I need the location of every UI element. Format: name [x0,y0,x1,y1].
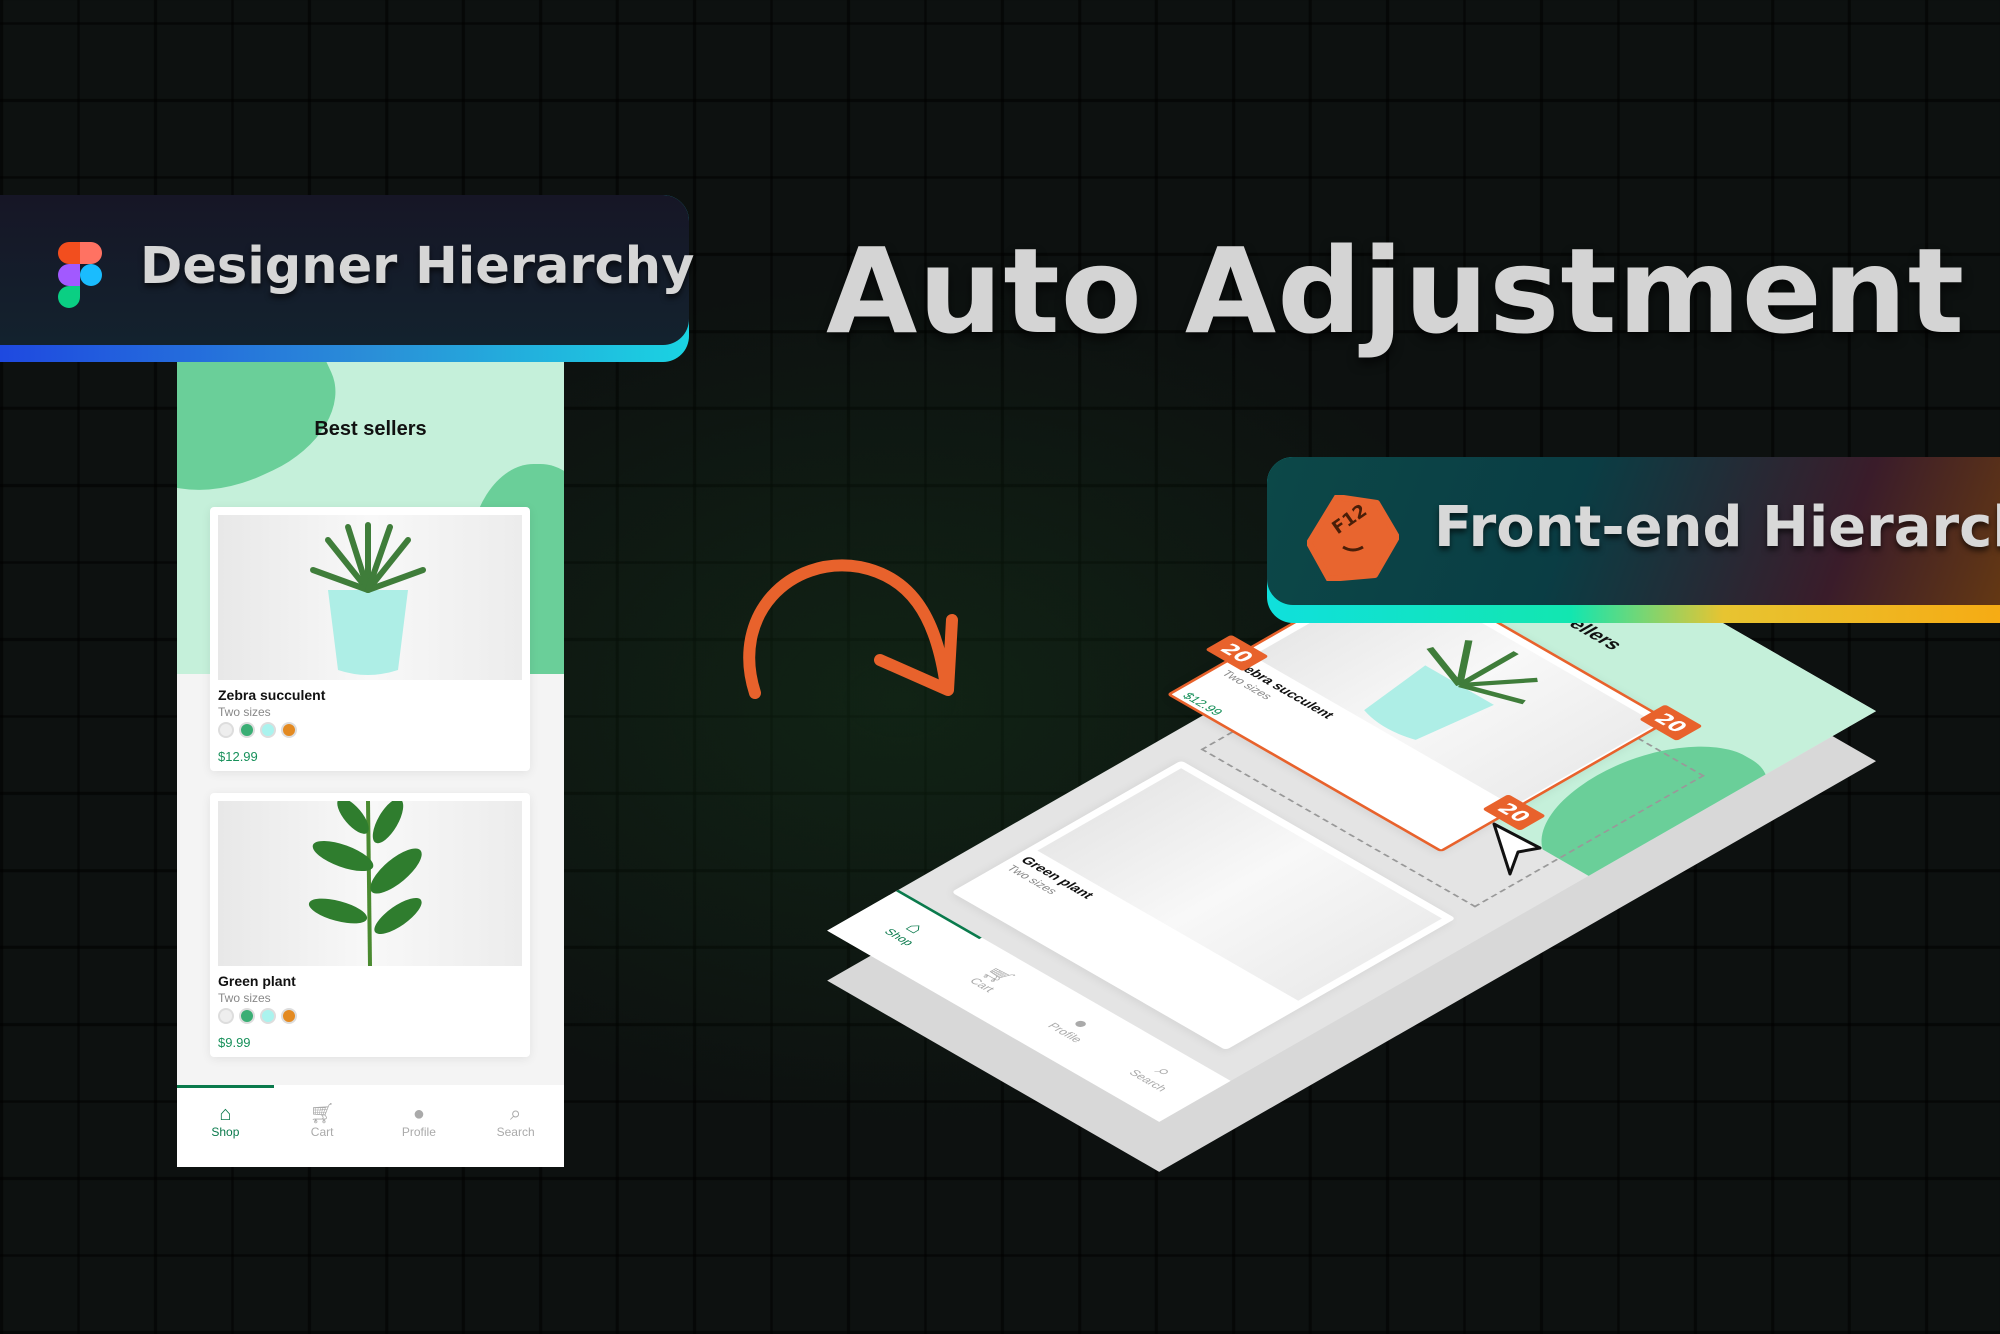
swatch[interactable] [260,722,276,738]
nav-label: Shop [211,1125,240,1139]
nav-search[interactable]: ⌕ Search [467,1085,564,1167]
product-price: $12.99 [1179,690,1227,718]
product-card[interactable]: Zebra succulent Two sizes $12.99 [210,507,530,771]
product-card[interactable]: Green plant Two sizes $9.99 [210,793,530,1057]
swatch[interactable] [281,1008,297,1024]
product-subtitle: Two sizes [218,991,271,1005]
nav-profile[interactable]: ● Profile [371,1085,468,1167]
bottom-nav: ⌂ Shop 🛒︎ Cart ● Profile ⌕ Search [177,1085,564,1167]
color-swatches [218,1008,297,1024]
product-name: Green plant [218,973,296,989]
nav-label: Cart [310,1125,334,1139]
profile-icon: ● [412,1103,425,1125]
home-icon: ⌂ [219,1103,232,1125]
swatch[interactable] [239,1008,255,1024]
cursor-icon [1492,822,1542,876]
nav-cart[interactable]: 🛒︎ Cart [274,1085,371,1167]
swatch[interactable] [260,1008,276,1024]
nav-shop[interactable]: ⌂ Shop [177,1085,274,1167]
swatch[interactable] [281,722,297,738]
swatch[interactable] [239,722,255,738]
page-title: Best sellers [314,418,427,440]
search-icon: ⌕ [510,1103,522,1125]
swatch[interactable] [218,1008,234,1024]
curved-arrow-icon [743,559,958,699]
designer-hierarchy-banner: Designer Hierarchy [0,195,694,362]
headline: Auto Adjustment [826,222,1966,360]
product-image [218,515,522,680]
color-swatches [218,722,297,738]
product-subtitle: Two sizes [218,705,271,719]
nav-label: Search [496,1125,535,1139]
cart-icon: 🛒︎ [309,1103,335,1125]
active-tab-indicator [177,1085,274,1088]
product-price: $12.99 [218,749,258,764]
nav-label: Profile [401,1125,436,1139]
swatch[interactable] [218,722,234,738]
frontend-hierarchy-banner: F12 Front-end Hierarchy [1267,457,2000,623]
figma-logo [58,242,102,308]
designer-phone-mockup: 9:41 Best sellers Zebra succulent Two si… [177,344,564,1167]
product-image [218,798,522,967]
product-name: Zebra succulent [218,687,326,703]
product-price: $9.99 [218,1035,251,1050]
f12-key-icon: F12 [1306,494,1400,582]
banner-title: Designer Hierarchy [140,237,695,296]
banner-title: Front-end Hierarchy [1434,495,2000,560]
